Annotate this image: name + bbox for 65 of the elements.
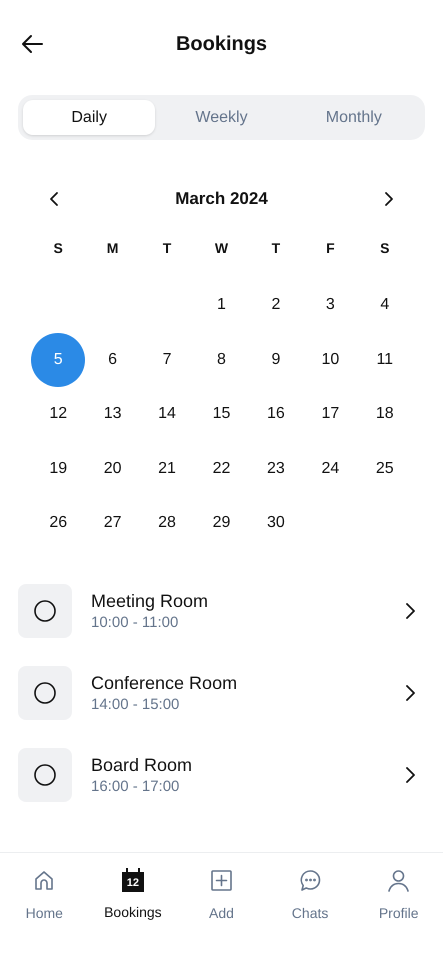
chevron-right-icon[interactable]	[384, 191, 394, 207]
calendar-day[interactable]: 5	[31, 332, 86, 387]
nav-item[interactable]: 12 Bookings	[88, 868, 178, 924]
calendar-day[interactable]: 17	[321, 402, 340, 426]
nav-item[interactable]: Home	[0, 868, 89, 924]
calendar-day[interactable]: 10	[321, 348, 340, 372]
calendar-day[interactable]: 14	[158, 402, 176, 426]
weekday-label: T	[272, 239, 280, 258]
circle-icon	[34, 600, 56, 622]
calendar-day[interactable]: 23	[267, 456, 285, 481]
booking-time: 10:00 - 11:00	[91, 612, 180, 632]
tab[interactable]: Daily	[23, 100, 156, 135]
weekday-label: T	[162, 239, 172, 258]
chevron-right-icon[interactable]	[405, 766, 415, 784]
room-name: Board Room	[91, 754, 194, 776]
calendar-day[interactable]: 27	[104, 511, 122, 536]
calendar-day[interactable]: 11	[376, 348, 394, 372]
room-name: Conference Room	[91, 672, 238, 694]
booking-time: 16:00 - 17:00	[91, 776, 180, 796]
calendar-day[interactable]: 25	[376, 456, 394, 481]
weekday-label: S	[54, 239, 63, 258]
chat-icon	[298, 868, 323, 893]
nav-item[interactable]: Add	[177, 868, 266, 924]
weekday-label: S	[380, 239, 390, 258]
room-name: Meeting Room	[91, 590, 210, 612]
weekday-label: M	[106, 239, 118, 258]
tab[interactable]: Monthly	[288, 100, 420, 135]
nav-item[interactable]: Chats	[266, 868, 354, 924]
calendar-day[interactable]: 3	[326, 293, 335, 318]
tab[interactable]: Weekly	[155, 100, 288, 135]
chevron-right-icon[interactable]	[405, 602, 415, 620]
month-title: March 2024	[175, 188, 268, 210]
calendar-day[interactable]: 8	[217, 348, 226, 372]
calendar-day[interactable]: 12	[49, 402, 68, 426]
back-arrow-icon[interactable]	[20, 34, 44, 54]
calendar-day[interactable]: 16	[267, 402, 285, 426]
page-title: Bookings	[176, 32, 268, 57]
calendar-day[interactable]: 30	[267, 511, 285, 536]
booking-time: 14:00 - 15:00	[91, 694, 180, 714]
chevron-left-icon[interactable]	[49, 191, 59, 207]
calendar-day[interactable]: 1	[217, 293, 226, 318]
calendar-day[interactable]: 26	[49, 511, 68, 536]
calendar-day[interactable]: 20	[104, 456, 122, 481]
calendar-day[interactable]: 19	[49, 456, 68, 481]
calendar-day[interactable]: 9	[271, 348, 280, 372]
calendar-day[interactable]: 13	[104, 402, 122, 426]
calendar-day[interactable]: 4	[380, 293, 390, 318]
weekday-label: F	[326, 239, 335, 258]
calendar-day[interactable]: 22	[212, 456, 230, 481]
calendar-day[interactable]: 29	[212, 511, 230, 536]
weekday-label: W	[214, 239, 228, 258]
calendar-day[interactable]: 7	[162, 348, 172, 372]
chevron-right-icon[interactable]	[405, 684, 415, 702]
circle-icon	[34, 682, 56, 704]
calendar-day[interactable]: 21	[158, 456, 176, 481]
calendar-day[interactable]: 18	[376, 402, 394, 426]
profile-icon	[386, 868, 412, 893]
circle-icon	[34, 764, 56, 786]
calendar-day[interactable]: 15	[212, 402, 230, 426]
add-icon	[208, 868, 234, 893]
calendar-day[interactable]: 6	[108, 348, 118, 372]
calendar-day[interactable]: 24	[321, 456, 340, 481]
calendar-day[interactable]: 28	[158, 511, 176, 536]
nav-item[interactable]: Profile	[354, 868, 443, 924]
calendar-day[interactable]: 2	[271, 293, 280, 318]
